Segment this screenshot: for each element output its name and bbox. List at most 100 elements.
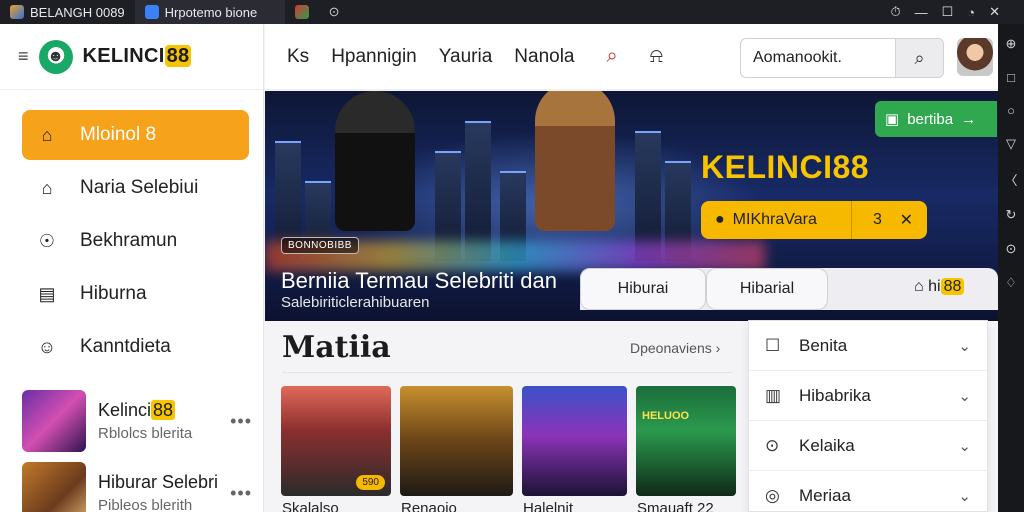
close-icon[interactable]: ✕ — [989, 4, 1000, 20]
brand-number: 88 — [164, 45, 192, 67]
nav-link-hpannigin[interactable]: Hpannigin — [331, 46, 417, 68]
maximize-icon[interactable]: ☐ — [942, 4, 954, 20]
settings-icon[interactable]: ◔ — [967, 5, 975, 20]
timer-icon[interactable]: ⏱ — [890, 4, 900, 20]
media-card[interactable] — [522, 386, 627, 496]
chevron-down-icon[interactable]: ⌄ — [958, 337, 971, 355]
card-tag: 590 — [356, 475, 385, 490]
app-icon — [144, 5, 159, 19]
card-caption[interactable]: Smauaft 22 — [637, 500, 714, 512]
sidebar: ≡ ☻ KELINCI 88 ⌂ Mloinol 8 ⌂ Naria Selebi… — [0, 24, 264, 512]
cta-label: bertiba — [907, 110, 954, 128]
performer-image — [335, 91, 415, 231]
dropdown-label: Hibabrika — [799, 385, 871, 405]
skyline-building — [465, 121, 491, 261]
tab-icon: ⊙ — [328, 4, 340, 19]
search-placeholder[interactable]: Aomanookit. — [741, 49, 895, 67]
promo-button[interactable]: ● MIKhraVara 3 ✕ — [701, 201, 927, 239]
nav-link-yauria[interactable]: Yauria — [439, 46, 493, 68]
chevron-down-icon[interactable]: ⌄ — [958, 487, 971, 505]
app-icon — [294, 5, 309, 19]
more-options-icon[interactable]: ••• — [230, 411, 252, 432]
menu-icon[interactable]: ≡ — [18, 46, 29, 67]
sidebar-item-celebrity[interactable]: ⌂ Naria Selebiui — [22, 163, 249, 213]
media-card[interactable]: 590 — [281, 386, 391, 496]
media-card[interactable] — [400, 386, 513, 496]
dropdown-item-hibabrika[interactable]: ▥ Hibabrika ⌄ — [749, 371, 987, 421]
list-item[interactable]: Kelinci 88 Rblolcs blerita ••• — [22, 390, 254, 452]
document-icon: ▤ — [38, 283, 56, 304]
browser-tab-4[interactable]: ⊙ — [319, 0, 350, 24]
browser-tab-2[interactable]: Hrpotemo bione — [134, 0, 285, 24]
card-inner-title: HELUOO — [642, 410, 690, 422]
card-caption[interactable]: Halelnit — [523, 500, 573, 512]
tab-hiburai[interactable]: Hiburai — [580, 268, 706, 310]
target-icon[interactable]: ⊙ — [1006, 241, 1017, 257]
diamond-icon[interactable]: ♢ — [1005, 275, 1017, 291]
browser-tab-1[interactable]: BELANGH 0089 — [0, 0, 135, 24]
top-header: Ks Hpannigin Yauria Nanola ⌕ ⍾ Aomanooki… — [265, 24, 998, 90]
list-item[interactable]: Hiburar Selebri Pibleos blerith ••• — [22, 462, 254, 512]
sidebar-item-entertainment[interactable]: ▤ Hiburna — [22, 269, 249, 319]
dropdown-item-kelaika[interactable]: ⊙ Kelaika ⌄ — [749, 421, 987, 471]
cta-button[interactable]: ▣ bertiba → — [875, 101, 997, 137]
bell-icon[interactable]: ⍾ — [650, 45, 663, 68]
dropdown-item-meriaa[interactable]: ◎ Meriaa ⌄ — [749, 471, 987, 512]
card-caption[interactable]: Renaoio — [401, 500, 457, 512]
search-icon[interactable]: ⌕ — [607, 45, 618, 68]
section-title: Matiia — [282, 330, 391, 365]
media-title: Kelinci 88 — [98, 400, 176, 420]
search-button-icon[interactable]: ⌕ — [895, 39, 943, 77]
chevron-down-icon[interactable]: ⌄ — [958, 437, 971, 455]
nav-link-nanola[interactable]: Nanola — [514, 46, 574, 68]
sidebar-item-contacts[interactable]: ☺ Kanntdieta — [22, 322, 249, 372]
sidebar-item-home[interactable]: ⌂ Mloinol 8 — [22, 110, 249, 160]
circle-icon[interactable]: ○ — [1007, 103, 1015, 118]
home-icon: ⌂ — [41, 124, 53, 145]
minimize-icon[interactable]: — — [915, 5, 928, 20]
brand-bar: ≡ ☻ KELINCI 88 — [0, 24, 263, 90]
back-icon[interactable]: 〈 — [1004, 170, 1017, 189]
rotate-icon[interactable]: ↻ — [1006, 207, 1017, 223]
media-subtitle: Rblolcs blerita — [98, 425, 193, 442]
home-number: 88 — [940, 278, 965, 295]
thumbnail-image — [22, 390, 86, 452]
arrow-right-icon: → — [961, 110, 977, 128]
tab-label: Hrpotemo bione — [164, 4, 258, 20]
triangle-icon[interactable]: ▽ — [1006, 136, 1016, 152]
media-subtitle: Pibleos blerith — [98, 497, 193, 512]
app-icon: ▣ — [885, 111, 900, 128]
card-caption[interactable]: Skalalso — [282, 500, 339, 512]
sidebar-item-label: Hiburna — [80, 283, 147, 304]
home-icon: ⌂ — [914, 278, 924, 295]
tab-hibarial[interactable]: Hibarial — [706, 268, 828, 310]
brand-name[interactable]: KELINCI 88 — [83, 45, 192, 68]
chat-bubble-icon: ● — [715, 211, 725, 228]
os-titlebar: BELANGH 0089 Hrpotemo bione ⊙ ⏱ — ☐ ◔ ✕ — [0, 0, 1024, 24]
avatar[interactable] — [957, 38, 993, 76]
nav-link-ks[interactable]: Ks — [287, 46, 309, 68]
browser-tab-3[interactable] — [285, 0, 319, 24]
sidebar-item-chat[interactable]: ☉ Bekhramun — [22, 216, 249, 266]
tab-label: BELANGH 0089 — [30, 4, 125, 20]
hero-subtitle: Salebiriticlerahibuaren — [281, 294, 430, 311]
chevron-down-icon[interactable]: ⌄ — [958, 387, 971, 405]
people-icon: ☺ — [37, 336, 57, 357]
zoom-in-icon[interactable]: ⊕ — [1006, 36, 1017, 52]
see-all-link[interactable]: Dpeonaviens › — [630, 340, 720, 356]
hero-badge: BONNOBIBB — [281, 237, 359, 254]
sidebar-item-label: Kanntdieta — [80, 336, 171, 357]
rabbit-logo-icon[interactable]: ☻ — [38, 39, 73, 74]
sidebar-item-label: Naria Selebiui — [80, 177, 199, 198]
thumbnail-image — [22, 462, 86, 512]
media-card[interactable]: HELUOO — [636, 386, 736, 496]
more-options-icon[interactable]: ••• — [230, 483, 252, 504]
location-icon: ⊙ — [765, 435, 780, 455]
sidebar-item-label: Bekhramun — [80, 230, 178, 251]
tab-home[interactable]: ⌂ hi 88 — [914, 278, 965, 296]
search-input[interactable]: Aomanookit. ⌕ — [740, 38, 944, 78]
dropdown-item-berita[interactable]: ☐ Benita ⌄ — [749, 321, 987, 371]
square-icon[interactable]: □ — [1007, 70, 1015, 85]
close-icon[interactable]: ✕ — [900, 210, 913, 230]
promo-label: MIKhraVara — [732, 211, 817, 228]
